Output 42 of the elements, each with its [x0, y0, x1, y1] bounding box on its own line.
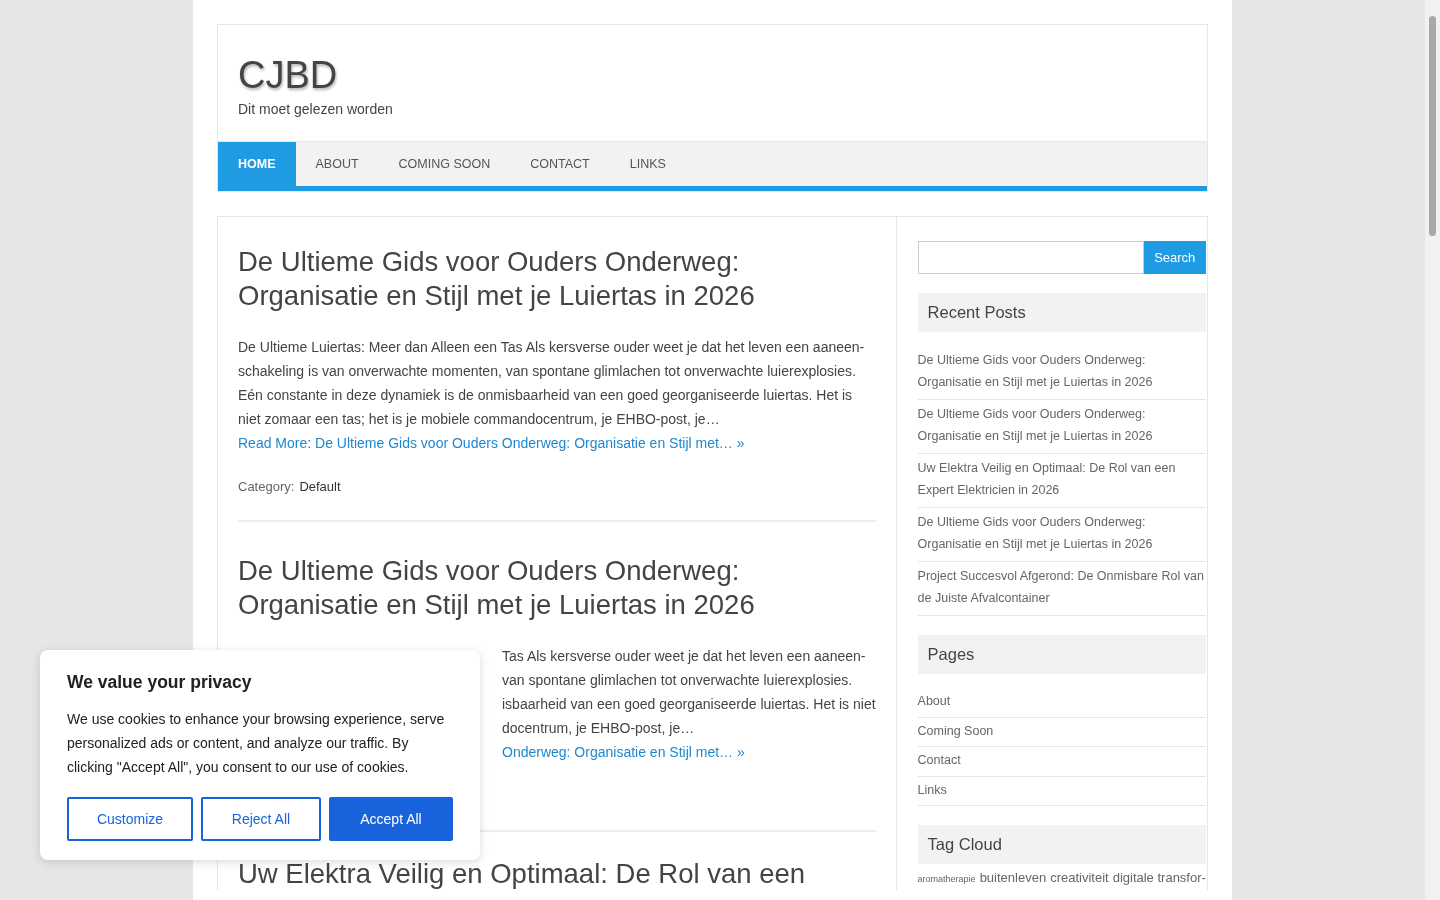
cookie-text: We use cookies to enhance your browsing experience, serve personalized ads or content, and analyze our traffic. By clicking "Accept All", you consent to our use of cookies.	[67, 710, 446, 777]
excerpt-line: docentrum, je EHBO-post, je…	[502, 719, 695, 738]
tag-link[interactable]: creativiteit	[1050, 870, 1109, 885]
excerpt-line: Tas Als kersverse ouder weet je dat het leven een aaneen-	[502, 647, 866, 666]
recent-post-link[interactable]: De Ultieme Gids voor Ouders Onderweg: Organisatie en Stijl met je Luiertas in 2026	[917, 350, 1206, 393]
widget-title: Tag Cloud	[917, 825, 1206, 864]
tag-link[interactable]: buitenleven	[979, 870, 1047, 885]
site-tagline: Dit moet gelezen worden	[238, 101, 393, 117]
category-link[interactable]: Default	[299, 479, 341, 494]
post-title[interactable]: Uw Elektra Veilig en Optimaal: De Rol van een	[238, 858, 876, 890]
nav-item[interactable]: LINKS	[609, 142, 686, 186]
nav-item[interactable]: ABOUT	[295, 142, 379, 186]
page-link[interactable]: Contact	[917, 750, 1206, 772]
recent-post-link[interactable]: De Ultieme Gids voor Ouders Onderweg: Organisatie en Stijl met je Luiertas in 2026	[917, 512, 1206, 555]
cookie-button[interactable]: Reject All	[201, 797, 321, 841]
nav-item[interactable]: COMING SOON	[378, 142, 511, 186]
post-title[interactable]: De Ultieme Gids voor Ouders Onderweg: Organisatie en Stijl met je Luiertas in 2026	[238, 245, 876, 313]
search-field[interactable]	[917, 241, 1144, 274]
excerpt-line: van spontane glimlachen tot onverwachte luierexplosies.	[502, 671, 853, 690]
recent-post-link[interactable]: De Ultieme Gids voor Ouders Onderweg: Organisatie en Stijl met je Luiertas in 2026	[917, 404, 1206, 447]
category-label: Category:	[238, 479, 295, 494]
nav-item[interactable]: CONTACT	[510, 142, 610, 186]
read-more-link[interactable]: Onderweg: Organisatie en Stijl met… »	[502, 740, 745, 764]
cookie-button[interactable]: Customize	[67, 797, 193, 841]
post-title[interactable]: De Ultieme Gids voor Ouders Onderweg: Organisatie en Stijl met je Luiertas in 2026	[238, 554, 876, 622]
recent-post-link[interactable]: Project Succesvol Afgerond: De Onmisbare Rol van de Juiste Afvalcontainer	[917, 566, 1206, 609]
accept-button[interactable]: Accept All	[329, 797, 453, 841]
tag-link[interactable]: aromatherapie	[917, 874, 976, 884]
widget-title: Recent Posts	[917, 293, 1206, 332]
read-more-link[interactable]: Read More: De Ultieme Gids voor Ouders Onderweg: Organisatie en Stijl met… »	[238, 431, 745, 455]
scrollbar-thumb[interactable]	[1429, 16, 1436, 236]
page-link[interactable]: Coming Soon	[917, 720, 1206, 742]
cookie-title: We value your privacy	[67, 672, 253, 693]
page-link[interactable]: Links	[917, 779, 1206, 801]
excerpt-line: isbaarheid van een goed georganiseerde luiertas. Het is niet	[502, 695, 876, 714]
tag-link[interactable]: digitale transfor-	[1112, 870, 1206, 885]
site-title[interactable]: CJBD	[238, 53, 338, 97]
widget-title: Pages	[917, 635, 1206, 674]
page-link[interactable]: About	[917, 691, 1206, 713]
scrollbar[interactable]	[1425, 0, 1440, 900]
recent-post-link[interactable]: Uw Elektra Veilig en Optimaal: De Rol van een Expert Elektricien in 2026	[917, 458, 1206, 501]
post-excerpt: De Ultieme Luiertas: Meer dan Alleen een Tas Als kersverse ouder weet je dat het leven een aaneen-schakeling is van onverwachte momenten, van spontane glimlachen tot onverwachte luierexplosies. Eén constante in deze dynamiek is de onmisbaarheid van een goed georganiseerde luiertas. Het is niet zomaar een tas; het is je mobiele commandocentrum, je EHBO-post, je…	[238, 338, 866, 429]
